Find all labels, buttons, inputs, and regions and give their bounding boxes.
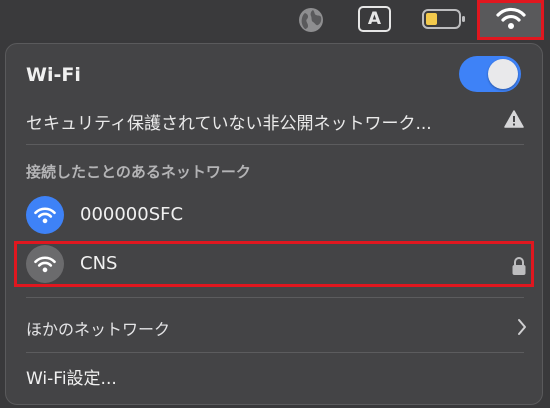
battery-icon[interactable] [421,7,467,31]
menu-bar: A [0,0,550,40]
input-source-label: A [367,8,382,29]
private-network-label: セキュリティ保護されていない非公開ネットワーク... [26,114,432,134]
toggle-knob [488,59,518,89]
wifi-menu-button[interactable] [477,0,544,40]
wifi-toggle[interactable] [459,56,521,92]
known-networks-header: 接続したことのあるネットワーク [26,163,251,181]
wifi-dropdown-panel: Wi-Fi セキュリティ保護されていない非公開ネットワーク... 接続したことの… [5,43,543,405]
network-item-000000sfc[interactable]: 000000SFC [14,192,534,238]
input-source-indicator[interactable]: A [358,6,391,32]
wifi-icon [495,6,526,34]
network-name: CNS [80,253,118,274]
divider [26,352,524,353]
network-name: 000000SFC [80,204,184,225]
warning-icon [504,110,524,128]
other-networks-item[interactable]: ほかのネットワーク [26,312,528,342]
network-item-cns[interactable]: CNS [14,241,534,287]
divider [26,297,524,298]
other-networks-label: ほかのネットワーク [26,320,171,339]
divider [26,144,524,145]
wifi-settings-item[interactable]: Wi-Fi設定... [26,364,117,389]
chevron-right-icon [516,317,528,337]
wifi-icon [26,196,64,234]
lock-icon [511,256,527,276]
wifi-icon [26,245,64,283]
panel-title: Wi-Fi [26,64,81,86]
private-network-item[interactable]: セキュリティ保護されていない非公開ネットワーク... [26,104,524,134]
globe-icon[interactable] [296,5,326,35]
